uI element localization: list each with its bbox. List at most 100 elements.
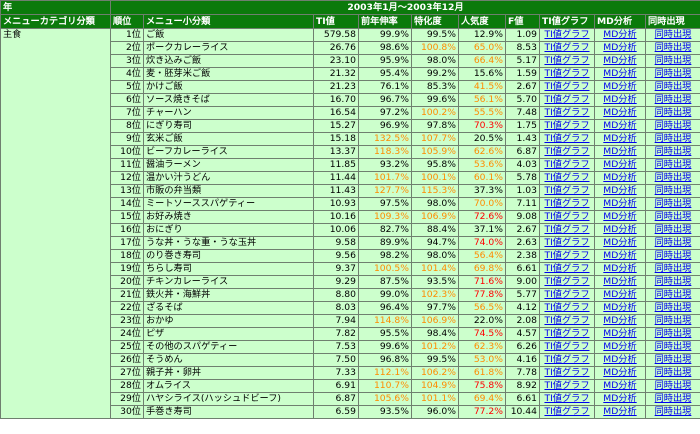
ti-graph-link[interactable]: TI値グラフ [544,329,589,340]
md-analysis-link[interactable]: MD分析 [603,30,636,41]
cooccurrence-link[interactable]: 同時出現 [655,238,692,249]
cooccurrence-link[interactable]: 同時出現 [655,407,692,418]
category-cell [0,301,111,315]
rank-cell: 7位 [110,106,144,120]
md-analysis-link[interactable]: MD分析 [603,173,636,184]
cooccurrence-link[interactable]: 同時出現 [655,30,692,41]
ti-graph-link[interactable]: TI値グラフ [544,355,589,366]
ti-graph-link[interactable]: TI値グラフ [544,56,589,67]
md-analysis-link[interactable]: MD分析 [603,160,636,171]
md-analysis-link[interactable]: MD分析 [603,95,636,106]
md-analysis-link[interactable]: MD分析 [603,108,636,119]
f-value-cell: 1.75 [505,119,540,133]
ti-graph-link[interactable]: TI値グラフ [544,381,589,392]
table-row: 16位 おにぎり 10.06 82.7% 88.4% 37.1% 2.67 TI値グラフ MD分… [0,223,700,237]
md-analysis-link[interactable]: MD分析 [603,238,636,249]
cooccurrence-link[interactable]: 同時出現 [655,147,692,158]
md-analysis-link[interactable]: MD分析 [603,407,636,418]
md-analysis-link[interactable]: MD分析 [603,199,636,210]
ti-graph-link[interactable]: TI値グラフ [544,368,589,379]
md-analysis-link[interactable]: MD分析 [603,368,636,379]
cooccurrence-link[interactable]: 同時出現 [655,212,692,223]
md-analysis-link[interactable]: MD分析 [603,381,636,392]
md-analysis-link[interactable]: MD分析 [603,329,636,340]
cooccurrence-link[interactable]: 同時出現 [655,316,692,327]
ti-graph-link[interactable]: TI値グラフ [544,238,589,249]
ti-graph-link[interactable]: TI値グラフ [544,290,589,301]
cooccurrence-link[interactable]: 同時出現 [655,56,692,67]
ti-graph-link[interactable]: TI値グラフ [544,43,589,54]
cooccurrence-link[interactable]: 同時出現 [655,303,692,314]
cooccurrence-link[interactable]: 同時出現 [655,186,692,197]
ti-graph-link[interactable]: TI値グラフ [544,173,589,184]
cooccurrence-link[interactable]: 同時出現 [655,368,692,379]
md-analysis-link[interactable]: MD分析 [603,394,636,405]
cooccurrence-link[interactable]: 同時出現 [655,290,692,301]
ti-graph-link[interactable]: TI値グラフ [544,69,589,80]
yoy-cell: 114.8% [358,314,412,328]
ti-graph-link[interactable]: TI値グラフ [544,121,589,132]
md-analysis-link[interactable]: MD分析 [603,212,636,223]
specialization-cell: 97.8% [411,119,459,133]
md-analysis-link[interactable]: MD分析 [603,186,636,197]
cooccurrence-link[interactable]: 同時出現 [655,264,692,275]
ti-graph-link[interactable]: TI値グラフ [544,134,589,145]
md-analysis-link[interactable]: MD分析 [603,290,636,301]
cooccurrence-link[interactable]: 同時出現 [655,329,692,340]
menu-name-cell: にぎり寿司 [143,119,314,133]
cooccurrence-link[interactable]: 同時出現 [655,381,692,392]
cooccurrence-link[interactable]: 同時出現 [655,355,692,366]
ti-graph-link[interactable]: TI値グラフ [544,199,589,210]
cooccurrence-link[interactable]: 同時出現 [655,277,692,288]
ti-graph-link[interactable]: TI値グラフ [544,303,589,314]
md-analysis-link[interactable]: MD分析 [603,277,636,288]
cooccurrence-link[interactable]: 同時出現 [655,121,692,132]
md-analysis-link[interactable]: MD分析 [603,134,636,145]
cooccurrence-link[interactable]: 同時出現 [655,43,692,54]
ti-graph-link[interactable]: TI値グラフ [544,186,589,197]
popularity-cell: 37.3% [458,184,506,198]
cooccurrence-link[interactable]: 同時出現 [655,342,692,353]
ti-graph-link[interactable]: TI値グラフ [544,225,589,236]
cooccurrence-link[interactable]: 同時出現 [655,82,692,93]
cooccurrence-link[interactable]: 同時出現 [655,394,692,405]
cooccurrence-link[interactable]: 同時出現 [655,69,692,80]
md-analysis-link[interactable]: MD分析 [603,121,636,132]
md-analysis-link[interactable]: MD分析 [603,225,636,236]
ti-graph-link[interactable]: TI値グラフ [544,264,589,275]
md-analysis-link[interactable]: MD分析 [603,316,636,327]
rank-cell: 3位 [110,54,144,68]
ti-graph-link-cell: TI値グラフ [539,288,595,302]
ti-graph-link[interactable]: TI値グラフ [544,82,589,93]
ti-graph-link[interactable]: TI値グラフ [544,147,589,158]
cooccurrence-link[interactable]: 同時出現 [655,173,692,184]
md-analysis-link[interactable]: MD分析 [603,43,636,54]
cooccurrence-link[interactable]: 同時出現 [655,95,692,106]
ti-graph-link[interactable]: TI値グラフ [544,251,589,262]
md-analysis-link[interactable]: MD分析 [603,147,636,158]
ti-graph-link[interactable]: TI値グラフ [544,212,589,223]
cooccurrence-link[interactable]: 同時出現 [655,108,692,119]
ti-graph-link[interactable]: TI値グラフ [544,316,589,327]
cooccurrence-link[interactable]: 同時出現 [655,134,692,145]
ti-graph-link[interactable]: TI値グラフ [544,277,589,288]
ti-graph-link[interactable]: TI値グラフ [544,95,589,106]
md-analysis-link[interactable]: MD分析 [603,56,636,67]
cooccurrence-link[interactable]: 同時出現 [655,251,692,262]
md-analysis-link[interactable]: MD分析 [603,355,636,366]
ti-graph-link[interactable]: TI値グラフ [544,342,589,353]
ti-graph-link[interactable]: TI値グラフ [544,394,589,405]
ti-graph-link[interactable]: TI値グラフ [544,160,589,171]
ti-graph-link[interactable]: TI値グラフ [544,407,589,418]
ti-graph-link[interactable]: TI値グラフ [544,108,589,119]
cooccurrence-link[interactable]: 同時出現 [655,199,692,210]
md-analysis-link[interactable]: MD分析 [603,82,636,93]
md-analysis-link[interactable]: MD分析 [603,303,636,314]
md-analysis-link[interactable]: MD分析 [603,342,636,353]
cooccurrence-link[interactable]: 同時出現 [655,160,692,171]
md-analysis-link[interactable]: MD分析 [603,251,636,262]
md-analysis-link[interactable]: MD分析 [603,264,636,275]
cooccurrence-link[interactable]: 同時出現 [655,225,692,236]
ti-graph-link[interactable]: TI値グラフ [544,30,589,41]
md-analysis-link[interactable]: MD分析 [603,69,636,80]
